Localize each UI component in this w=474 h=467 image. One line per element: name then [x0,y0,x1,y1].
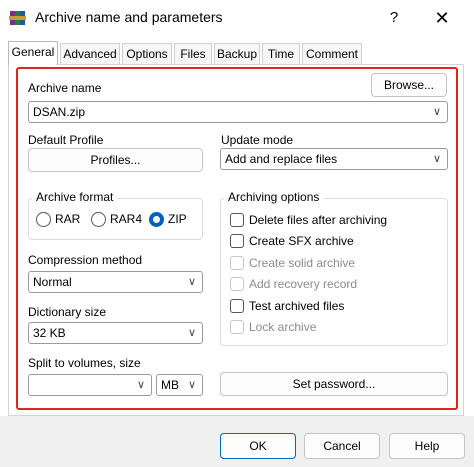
update-mode-value: Add and replace files [225,152,338,166]
archive-format-title: Archive format [32,190,118,204]
checkbox-label: Test archived files [249,299,345,313]
checkbox-label: Delete files after archiving [249,213,388,227]
chevron-down-icon[interactable]: ∨ [433,102,441,122]
tab-advanced[interactable]: Advanced [60,43,120,64]
split-unit-value: MB [161,378,179,392]
archiving-options-title: Archiving options [224,190,324,204]
checkbox-box[interactable] [230,234,244,248]
radio-label: ZIP [168,212,187,226]
chevron-down-icon[interactable]: ∨ [188,375,196,395]
update-mode-label: Update mode [221,133,294,147]
checkbox-recovery-record: Add recovery record [230,276,440,294]
cancel-button[interactable]: Cancel [304,433,380,459]
tab-general[interactable]: General [8,41,58,65]
checkbox-box[interactable] [230,213,244,227]
checkbox-box [230,256,244,270]
dictionary-size-select[interactable]: 32 KB ∨ [28,322,203,344]
help-button[interactable]: Help [389,433,465,459]
archive-name-value: DSAN.zip [33,105,86,119]
checkbox-label: Lock archive [249,320,317,334]
checkbox-create-solid: Create solid archive [230,255,440,273]
default-profile-label: Default Profile [28,133,104,147]
tab-files[interactable]: Files [174,43,212,64]
update-mode-select[interactable]: Add and replace files ∨ [220,148,448,170]
help-icon[interactable]: ? [380,6,408,30]
chevron-down-icon[interactable]: ∨ [433,149,441,169]
split-volumes-label: Split to volumes, size [28,356,141,370]
set-password-button[interactable]: Set password... [220,372,448,396]
radio-circle[interactable] [36,212,51,227]
compression-method-select[interactable]: Normal ∨ [28,271,203,293]
checkbox-label: Create solid archive [249,256,356,270]
checkbox-box [230,277,244,291]
archive-name-combo[interactable]: DSAN.zip ∨ [28,101,448,123]
profiles-button[interactable]: Profiles... [28,148,203,172]
dictionary-size-value: 32 KB [33,326,66,340]
ok-button[interactable]: OK [220,433,296,459]
browse-button[interactable]: Browse... [371,73,447,97]
radio-rar4[interactable]: RAR4 [91,211,147,229]
checkbox-test-files[interactable]: Test archived files [230,298,440,316]
chevron-down-icon[interactable]: ∨ [137,375,145,395]
compression-method-value: Normal [33,275,72,289]
compression-method-label: Compression method [28,253,143,267]
tab-backup[interactable]: Backup [214,43,260,64]
radio-label: RAR [55,212,81,226]
checkbox-create-sfx[interactable]: Create SFX archive [230,233,440,251]
chevron-down-icon[interactable]: ∨ [188,272,196,292]
checkbox-delete-files[interactable]: Delete files after archiving [230,212,440,230]
close-icon[interactable]: ✕ [428,6,456,30]
winrar-books-icon [9,11,26,25]
chevron-down-icon[interactable]: ∨ [188,323,196,343]
tab-options[interactable]: Options [122,43,172,64]
checkbox-box [230,320,244,334]
radio-zip[interactable]: ZIP [149,211,199,229]
archive-name-label: Archive name [28,81,102,95]
title-bar: Archive name and parameters ? ✕ [0,0,474,36]
window-title: Archive name and parameters [35,9,223,25]
radio-label: RAR4 [110,212,143,226]
checkbox-lock-archive: Lock archive [230,319,440,337]
radio-circle-selected[interactable] [149,212,164,227]
radio-rar[interactable]: RAR [36,211,86,229]
tab-comment[interactable]: Comment [302,43,362,64]
checkbox-box[interactable] [230,299,244,313]
checkbox-label: Add recovery record [249,277,358,291]
tab-time[interactable]: Time [262,43,300,64]
split-unit-select[interactable]: MB ∨ [156,374,203,396]
dialog-footer: OK Cancel Help [0,416,474,467]
split-volumes-input[interactable]: ∨ [28,374,152,396]
dictionary-size-label: Dictionary size [28,305,107,319]
checkbox-label: Create SFX archive [249,234,354,248]
radio-circle[interactable] [91,212,106,227]
